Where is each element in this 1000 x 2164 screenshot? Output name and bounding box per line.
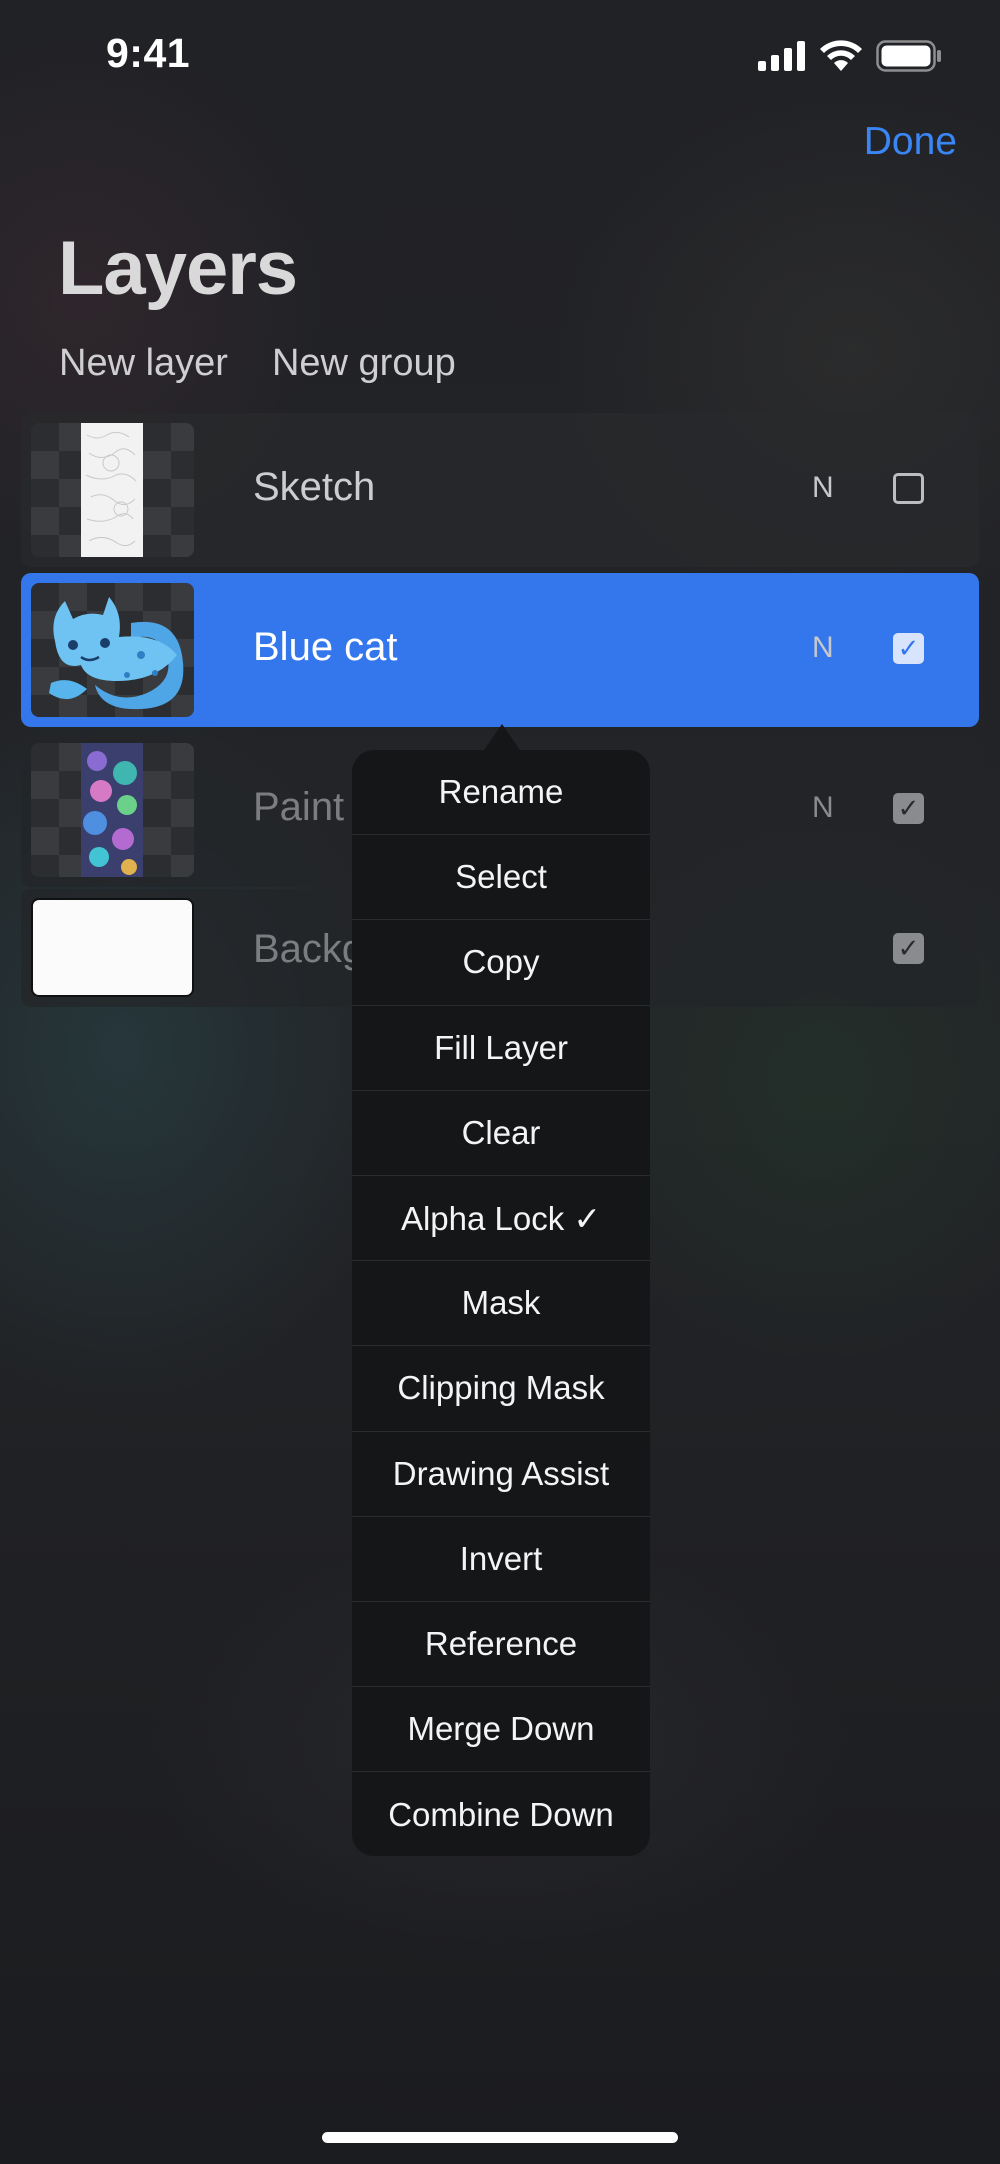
menu-item-clear[interactable]: Clear	[352, 1091, 650, 1176]
layer-thumbnail	[31, 423, 194, 557]
menu-item-merge-down[interactable]: Merge Down	[352, 1687, 650, 1773]
layer-thumbnail	[31, 898, 194, 997]
page-title: Layers	[58, 226, 298, 311]
checkmark-icon: ✓	[897, 793, 920, 823]
layer-name: Backg	[253, 927, 365, 971]
home-indicator[interactable]	[322, 2132, 678, 2143]
menu-item-reference[interactable]: Reference	[352, 1602, 650, 1688]
visibility-checkbox[interactable]: ✓	[893, 633, 924, 664]
done-button[interactable]: Done	[864, 120, 957, 164]
layer-row-sketch[interactable]: Sketch N	[21, 413, 979, 567]
menu-item-clipping-mask[interactable]: Clipping Mask	[352, 1346, 650, 1432]
menu-item-combine-down[interactable]: Combine Down	[352, 1772, 650, 1856]
menu-item-alpha-lock[interactable]: Alpha Lock ✓	[352, 1176, 650, 1262]
battery-icon	[876, 40, 941, 72]
blend-mode-button[interactable]: N	[812, 631, 834, 665]
status-icons	[758, 40, 942, 72]
checkmark-icon: ✓	[897, 933, 920, 963]
visibility-checkbox[interactable]: ✓	[893, 793, 924, 824]
visibility-checkbox[interactable]: ✓	[893, 933, 924, 964]
menu-item-mask[interactable]: Mask	[352, 1261, 650, 1347]
layer-thumbnail	[31, 583, 194, 717]
layer-name: Blue cat	[253, 625, 398, 669]
menu-item-invert[interactable]: Invert	[352, 1517, 650, 1602]
menu-item-rename[interactable]: Rename	[352, 750, 650, 836]
menu-pointer	[484, 724, 520, 750]
layer-thumbnail	[31, 743, 194, 877]
menu-item-select[interactable]: Select	[352, 835, 650, 921]
menu-item-drawing-assist[interactable]: Drawing Assist	[352, 1432, 650, 1517]
status-time: 9:41	[106, 30, 191, 76]
layer-actions: New layer New group	[59, 342, 456, 385]
layer-options-menu: Rename Select Copy Fill Layer Clear Alph…	[352, 750, 650, 1856]
layer-name: Sketch	[253, 465, 376, 509]
new-layer-button[interactable]: New layer	[59, 342, 228, 385]
wifi-icon	[820, 40, 862, 71]
layer-name: Paint	[253, 785, 345, 829]
menu-item-fill-layer[interactable]: Fill Layer	[352, 1006, 650, 1091]
visibility-checkbox[interactable]	[893, 473, 924, 504]
checkmark-icon: ✓	[897, 633, 920, 663]
cellular-signal-icon	[758, 41, 805, 71]
layer-row-blue-cat[interactable]: Blue cat N ✓	[21, 573, 979, 727]
new-group-button[interactable]: New group	[272, 342, 456, 385]
blend-mode-button[interactable]: N	[812, 471, 834, 505]
blend-mode-button[interactable]: N	[812, 791, 834, 825]
menu-item-copy[interactable]: Copy	[352, 920, 650, 1006]
